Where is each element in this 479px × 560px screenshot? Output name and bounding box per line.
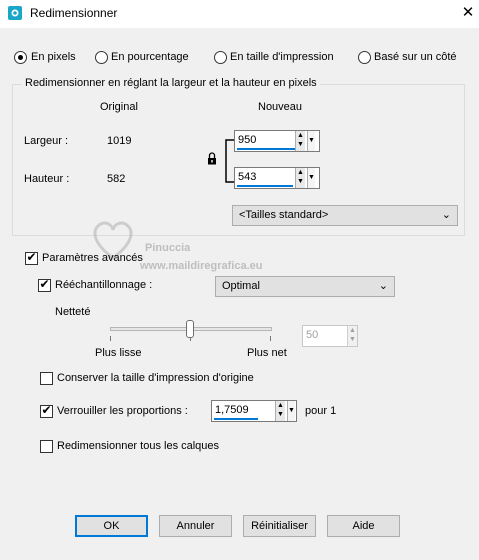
stepper-down-icon[interactable]: ▼ bbox=[297, 141, 304, 149]
sharpness-stepper[interactable]: ▲ ▼ bbox=[347, 326, 357, 346]
resize-all-layers-checkbox[interactable] bbox=[40, 440, 53, 453]
slider-tick bbox=[270, 336, 271, 341]
width-new-value: 950 bbox=[238, 134, 257, 146]
smoother-label: Plus lisse bbox=[95, 347, 142, 359]
radio-percent[interactable] bbox=[95, 51, 108, 64]
width-stepper[interactable]: ▲ ▼ bbox=[295, 131, 305, 151]
app-icon bbox=[8, 6, 22, 20]
stepper-down-icon[interactable]: ▼ bbox=[349, 336, 356, 344]
chevron-down-icon: ⌄ bbox=[441, 209, 451, 221]
chevron-down-icon: ▼ bbox=[288, 407, 295, 414]
ratio-value: 1,7509 bbox=[215, 404, 249, 416]
window-title: Redimensionner bbox=[30, 6, 118, 20]
chevron-down-icon: ▼ bbox=[308, 174, 315, 181]
size-group-title: Redimensionner en réglant la largeur et … bbox=[22, 77, 320, 89]
height-original: 582 bbox=[107, 173, 126, 185]
width-input-underline bbox=[237, 148, 295, 150]
width-original: 1019 bbox=[107, 135, 132, 147]
radio-pixels[interactable] bbox=[14, 51, 27, 64]
radio-one-side[interactable] bbox=[358, 51, 371, 64]
sharper-label: Plus net bbox=[247, 347, 287, 359]
ratio-dropdown[interactable]: ▼ bbox=[287, 401, 295, 421]
height-label: Hauteur : bbox=[24, 173, 70, 185]
resample-value: Optimal bbox=[222, 280, 260, 292]
keep-print-checkbox[interactable] bbox=[40, 372, 53, 385]
radio-one-side-label[interactable]: Basé sur un côté bbox=[374, 51, 457, 63]
height-input-underline bbox=[237, 185, 293, 187]
radio-print-size[interactable] bbox=[214, 51, 227, 64]
resize-all-layers-label[interactable]: Redimensionner tous les calques bbox=[57, 440, 219, 452]
resample-select[interactable]: Optimal ⌄ bbox=[215, 276, 395, 297]
new-header: Nouveau bbox=[258, 101, 303, 113]
width-new-field[interactable]: 950 ▲ ▼ ▼ bbox=[234, 130, 320, 152]
cancel-button[interactable]: Annuler bbox=[159, 515, 232, 537]
radio-print-size-label[interactable]: En taille d'impression bbox=[230, 51, 334, 63]
sharpness-value: 50 bbox=[306, 329, 319, 341]
ratio-suffix: pour 1 bbox=[305, 405, 337, 417]
chevron-down-icon: ⌄ bbox=[378, 280, 388, 292]
height-stepper[interactable]: ▲ ▼ bbox=[295, 168, 305, 188]
stepper-down-icon[interactable]: ▼ bbox=[277, 411, 284, 419]
stepper-up-icon[interactable]: ▲ bbox=[297, 169, 304, 177]
sharpness-label: Netteté bbox=[55, 306, 91, 318]
lock-ratio-label[interactable]: Verrouiller les proportions : bbox=[57, 405, 188, 417]
slider-tick bbox=[110, 336, 111, 341]
padlock-icon[interactable] bbox=[207, 152, 217, 165]
watermark-name: Pinuccia bbox=[145, 242, 191, 254]
height-new-value: 543 bbox=[238, 171, 257, 183]
stepper-up-icon[interactable]: ▲ bbox=[297, 132, 304, 140]
width-dropdown[interactable]: ▼ bbox=[307, 131, 315, 151]
ratio-field[interactable]: 1,7509 ▲ ▼ ▼ bbox=[211, 400, 297, 422]
stepper-up-icon[interactable]: ▲ bbox=[349, 327, 356, 335]
radio-pixels-label[interactable]: En pixels bbox=[31, 51, 76, 63]
standard-sizes-select[interactable]: <Tailles standard> ⌄ bbox=[232, 205, 458, 226]
original-header: Original bbox=[100, 101, 138, 113]
checkmark-icon: ✔ bbox=[26, 250, 37, 264]
ratio-stepper[interactable]: ▲ ▼ bbox=[275, 401, 285, 421]
standard-sizes-value: <Tailles standard> bbox=[239, 209, 329, 221]
radio-percent-label[interactable]: En pourcentage bbox=[111, 51, 189, 63]
ok-button[interactable]: OK bbox=[75, 515, 148, 537]
lock-ratio-checkbox[interactable]: ✔ bbox=[40, 403, 53, 418]
watermark-url: www.maildiregrafica.eu bbox=[140, 260, 263, 272]
stepper-up-icon[interactable]: ▲ bbox=[277, 402, 284, 410]
sharpness-field[interactable]: 50 ▲ ▼ bbox=[302, 325, 358, 347]
ratio-input-underline bbox=[214, 418, 258, 420]
checkmark-icon: ✔ bbox=[41, 403, 52, 417]
resample-checkbox[interactable]: ✔ bbox=[38, 277, 51, 292]
reset-button[interactable]: Réinitialiser bbox=[243, 515, 316, 537]
height-dropdown[interactable]: ▼ bbox=[307, 168, 315, 188]
link-bracket bbox=[225, 139, 234, 183]
advanced-checkbox[interactable]: ✔ bbox=[25, 250, 38, 265]
checkmark-icon: ✔ bbox=[39, 277, 50, 291]
advanced-label[interactable]: Paramètres avancés bbox=[42, 252, 143, 264]
keep-print-label[interactable]: Conserver la taille d'impression d'origi… bbox=[57, 372, 254, 384]
sharpness-slider-thumb[interactable] bbox=[186, 320, 194, 338]
height-new-field[interactable]: 543 ▲ ▼ ▼ bbox=[234, 167, 320, 189]
help-button[interactable]: Aide bbox=[327, 515, 400, 537]
close-icon[interactable]: ✕ bbox=[458, 3, 478, 23]
resample-label[interactable]: Rééchantillonnage : bbox=[55, 279, 152, 291]
chevron-down-icon: ▼ bbox=[308, 137, 315, 144]
stepper-down-icon[interactable]: ▼ bbox=[297, 178, 304, 186]
width-label: Largeur : bbox=[24, 135, 69, 147]
